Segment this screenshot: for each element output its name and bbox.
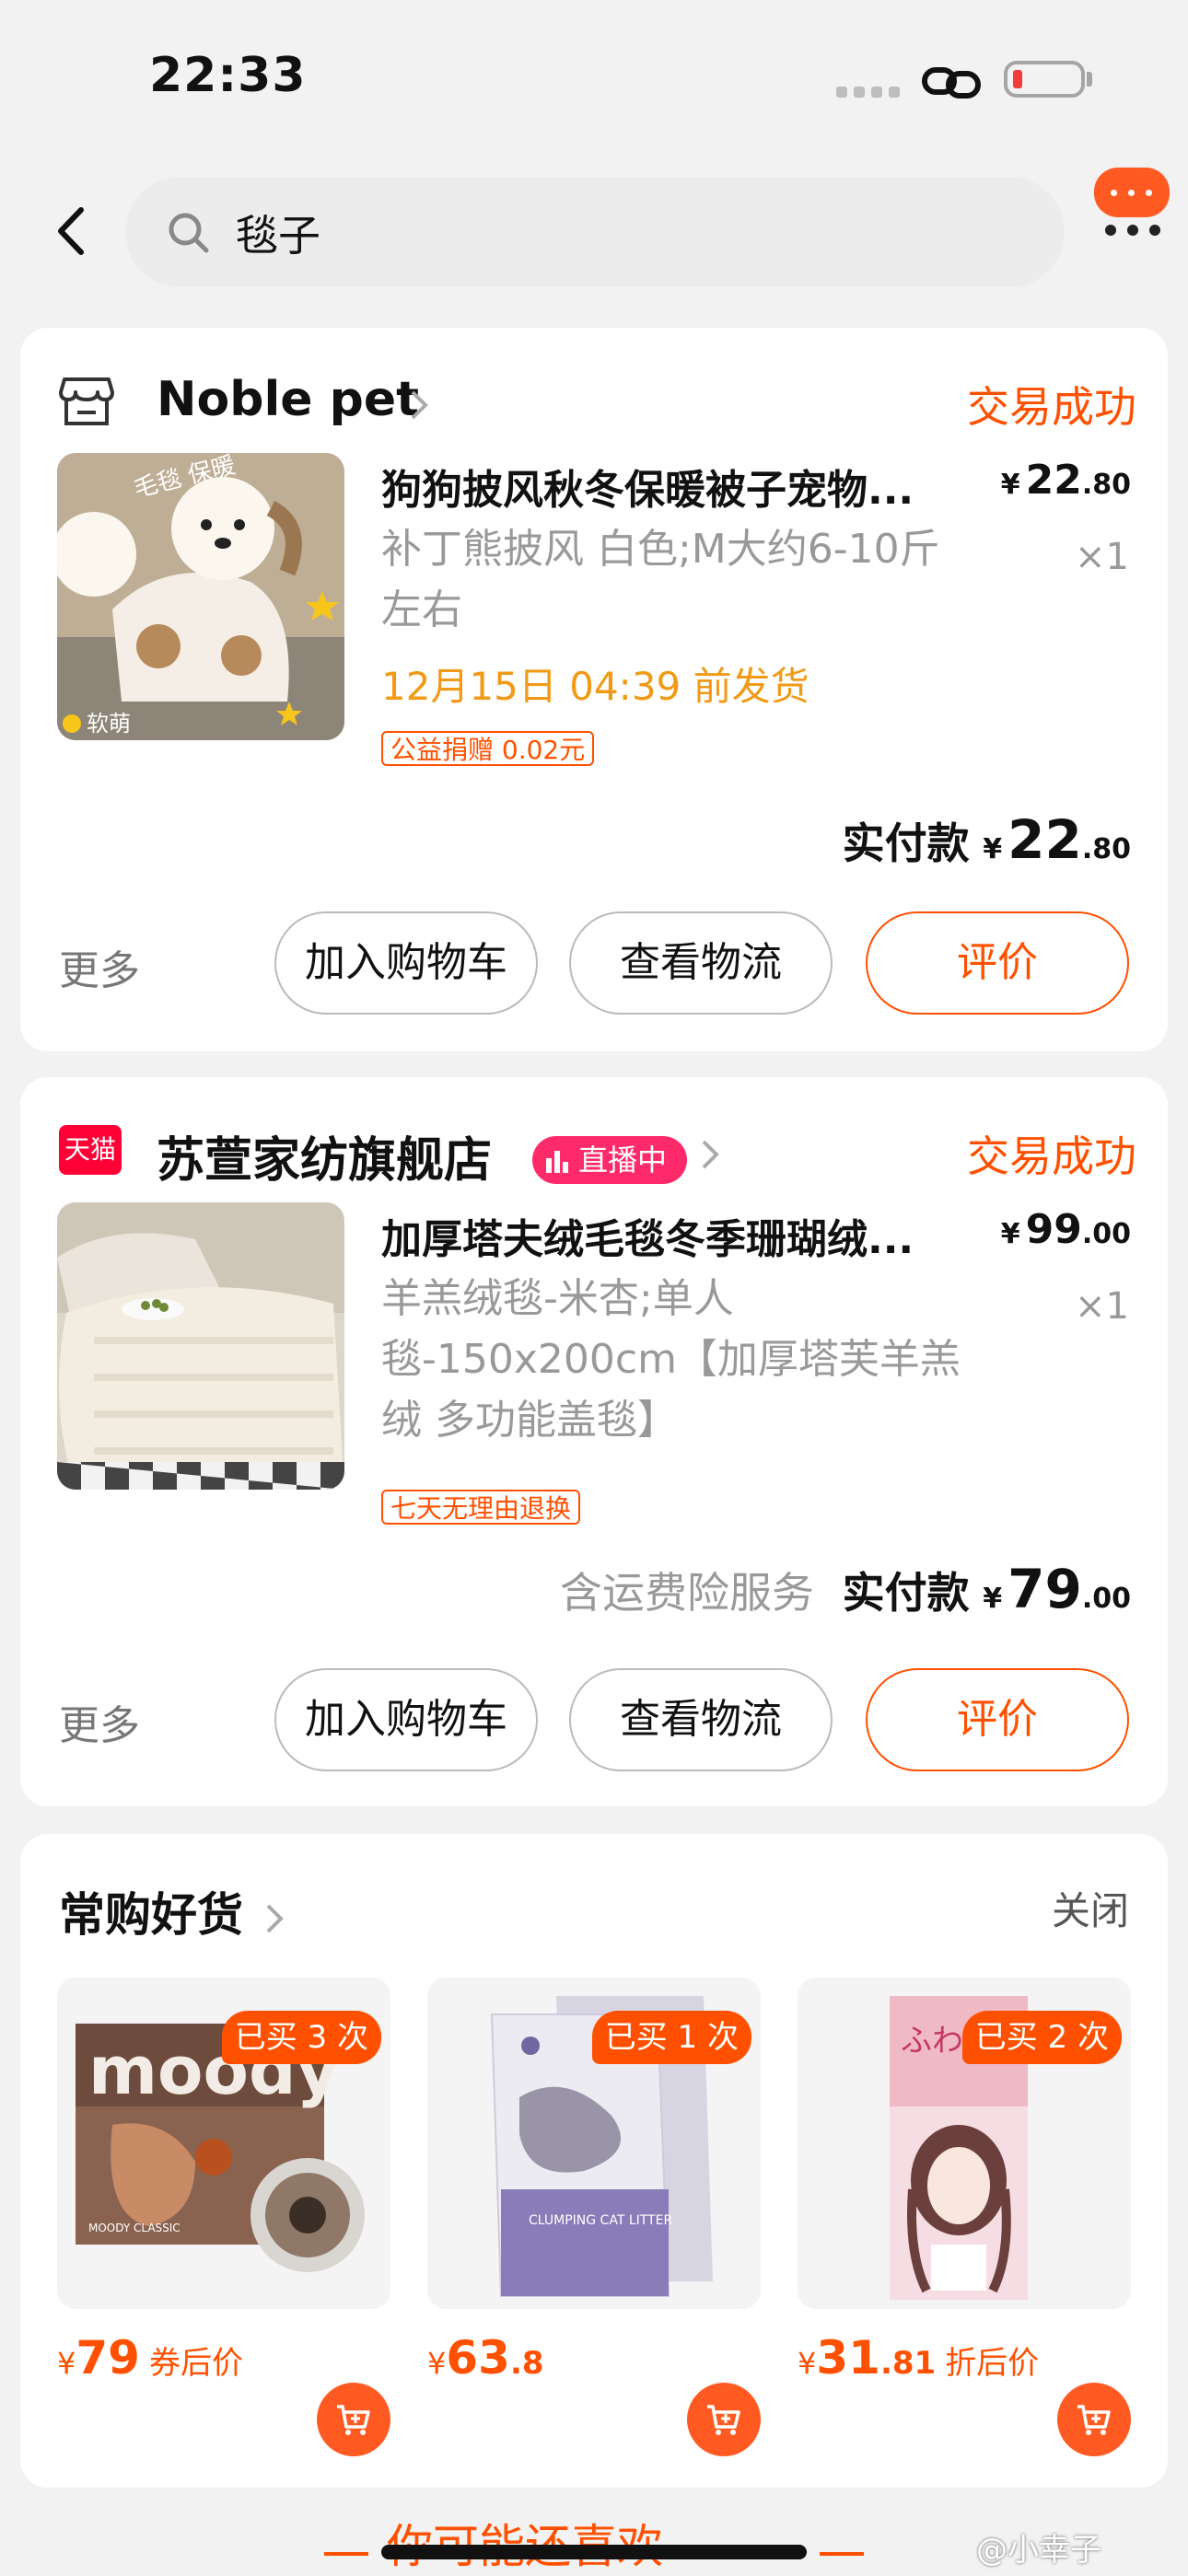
- price-integer: 22: [1025, 457, 1082, 504]
- more-actions-link[interactable]: 更多: [59, 1692, 140, 1751]
- product-sub-label: ふわ: [901, 2023, 963, 2060]
- product-thumbnail[interactable]: [57, 1202, 344, 1490]
- product-spec: 补丁熊披风 白色;M大约6-10斤左右: [381, 526, 940, 633]
- shop-name[interactable]: 苏萱家纺旗舰店: [157, 1121, 492, 1190]
- charity-tag: 公益捐赠 0.02元: [381, 731, 595, 766]
- section-title-text: 常购好货: [59, 1888, 243, 1942]
- bought-count-badge: 已买 1 次: [591, 2011, 751, 2064]
- price-integer: 31: [816, 2331, 880, 2385]
- status-time: 22:33: [149, 48, 307, 103]
- bought-count-badge: 已买 3 次: [221, 2011, 381, 2064]
- price-decimal: .81: [879, 2345, 937, 2382]
- product-sub-label: MOODY CLASSIC: [88, 2222, 181, 2234]
- tmall-badge: 天猫: [59, 1125, 122, 1175]
- shipping-time: 12月15日 04:39 前发货: [381, 664, 809, 709]
- price-integer: 63: [446, 2331, 510, 2385]
- recommendation-heading: 你可能还喜欢: [387, 2510, 663, 2576]
- watermark: @小幸子: [976, 2532, 1101, 2569]
- add-to-cart-button[interactable]: 加入购物车: [274, 1668, 538, 1771]
- product-quantity: ×1: [1075, 1285, 1129, 1328]
- payment-decimal: .80: [1081, 833, 1131, 865]
- payment-integer: 22: [1007, 808, 1082, 871]
- product-price: ¥22.80: [1000, 457, 1131, 504]
- payment-integer: 79: [1007, 1558, 1082, 1620]
- shop-row[interactable]: Noble pet 交易成功: [59, 355, 1136, 432]
- divider-right: [820, 2552, 864, 2556]
- message-menu-button[interactable]: [1094, 168, 1170, 217]
- price-decimal: .80: [1081, 469, 1131, 501]
- bought-count-badge: 已买 2 次: [961, 2011, 1122, 2064]
- battery-icon: [1004, 61, 1085, 98]
- home-indicator[interactable]: [381, 2545, 807, 2559]
- more-options-icon[interactable]: [1101, 225, 1166, 238]
- search-bar[interactable]: [125, 177, 1065, 287]
- product-quantity: ×1: [1075, 536, 1129, 578]
- cart-plus-icon: [337, 2405, 370, 2435]
- shop-name[interactable]: Noble pet: [157, 372, 419, 427]
- frequent-product-price: ¥63.8: [427, 2331, 544, 2385]
- live-bars-icon: [546, 1151, 568, 1173]
- status-bar: 22:33: [0, 0, 1188, 157]
- payment-label: 实付款: [842, 818, 970, 868]
- search-input[interactable]: [234, 203, 1030, 263]
- back-arrow-icon[interactable]: [53, 204, 90, 258]
- more-actions-link[interactable]: 更多: [59, 937, 140, 996]
- price-note: 券后价: [148, 2345, 243, 2382]
- product-price: ¥99.00: [1000, 1206, 1131, 1253]
- price-integer: 79: [76, 2331, 140, 2385]
- order-status: 交易成功: [967, 382, 1136, 432]
- price-integer: 99: [1025, 1206, 1082, 1253]
- payment-row: 实付款 ¥22.80: [842, 808, 1131, 871]
- chevron-right-icon: [267, 1904, 285, 1932]
- product-title[interactable]: 加厚塔夫绒毛毯冬季珊瑚绒...: [381, 1206, 989, 1265]
- review-button[interactable]: 评价: [866, 911, 1129, 1015]
- payment-row: 含运费险服务 实付款 ¥79.00: [560, 1558, 1131, 1620]
- live-badge[interactable]: 直播中: [532, 1136, 687, 1184]
- view-logistics-button[interactable]: 查看物流: [569, 1668, 833, 1771]
- cart-plus-icon: [1077, 2405, 1111, 2435]
- store-icon: [59, 377, 114, 425]
- battery-tip: [1087, 72, 1092, 87]
- divider-left: [324, 2552, 368, 2556]
- price-decimal: .00: [1081, 1218, 1131, 1250]
- product-spec: 羊羔绒毯-米杏;单人毯-150x200cm【加厚塔芙羊羔绒 多功能盖毯】: [381, 1275, 961, 1444]
- link-icon: [922, 67, 981, 99]
- add-to-cart-icon-button[interactable]: [317, 2383, 390, 2456]
- frequent-product-price: ¥31.81 折后价: [798, 2331, 1040, 2385]
- frequent-purchases-card: 常购好货 关闭 moody MOODY CLASSIC 已买 3 次 ¥79 券后…: [20, 1834, 1168, 2488]
- return-policy-tag: 七天无理由退换: [381, 1490, 581, 1525]
- close-section-button[interactable]: 关闭: [1052, 1880, 1129, 1936]
- price-decimal: .8: [509, 2345, 544, 2382]
- product-title[interactable]: 狗狗披风秋冬保暖被子宠物...: [381, 457, 989, 516]
- add-to-cart-icon-button[interactable]: [687, 2383, 761, 2456]
- add-to-cart-icon-button[interactable]: [1057, 2383, 1131, 2456]
- search-icon: [169, 213, 209, 253]
- signal-icon: [836, 87, 901, 99]
- frequent-product-card[interactable]: moody MOODY CLASSIC 已买 3 次: [57, 1978, 390, 2309]
- view-logistics-button[interactable]: 查看物流: [569, 911, 833, 1015]
- frequent-product-price: ¥79 券后价: [57, 2331, 243, 2385]
- order-status: 交易成功: [967, 1131, 1136, 1181]
- product-thumbnail[interactable]: 毛毯 保暖 软萌: [57, 453, 344, 740]
- live-label: 直播中: [578, 1143, 668, 1178]
- product-sub-label: CLUMPING CAT LITTER: [529, 2213, 672, 2228]
- thumbnail-tag: 软萌: [87, 711, 131, 737]
- price-note: 折后价: [945, 2345, 1040, 2382]
- cart-plus-icon: [707, 2405, 740, 2435]
- order-card: Noble pet 交易成功 毛毯 保暖 软萌 狗狗披风秋冬保暖被子宠物... …: [20, 328, 1168, 1051]
- insurance-note: 含运费险服务: [560, 1568, 814, 1618]
- shop-row[interactable]: 天猫 苏萱家纺旗舰店 直播中 交易成功: [59, 1105, 1136, 1189]
- chevron-right-icon: [702, 1140, 719, 1169]
- chevron-right-icon: [411, 390, 428, 420]
- payment-decimal: .00: [1081, 1583, 1131, 1615]
- section-title[interactable]: 常购好货: [59, 1878, 285, 1944]
- add-to-cart-button[interactable]: 加入购物车: [274, 911, 538, 1015]
- bottom-area: 你可能还喜欢 @小幸子: [0, 2504, 1188, 2574]
- order-card: 天猫 苏萱家纺旗舰店 直播中 交易成功 加厚塔夫绒毛毯冬季珊瑚绒... ¥ 99…: [20, 1077, 1168, 1806]
- review-button[interactable]: 评价: [866, 1668, 1129, 1771]
- frequent-product-card[interactable]: ふわ 已买 2 次: [798, 1978, 1131, 2309]
- frequent-product-card[interactable]: CLUMPING CAT LITTER 已买 1 次: [427, 1978, 761, 2309]
- payment-label: 实付款: [842, 1568, 970, 1618]
